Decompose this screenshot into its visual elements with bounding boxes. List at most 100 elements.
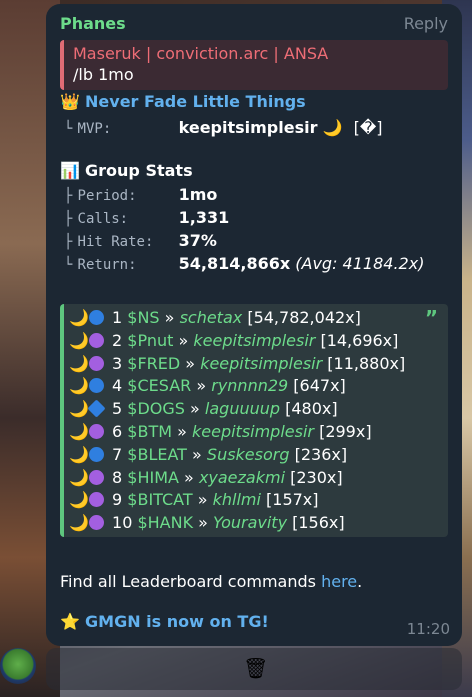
moon-icon: 🌙 xyxy=(69,467,89,487)
stat-label: Calls: xyxy=(77,211,129,227)
token-ticker[interactable]: $Pnut xyxy=(127,331,173,350)
message-bubble: Phanes Reply Maseruk | conviction.arc | … xyxy=(46,4,462,646)
return-multiplier: [480x] xyxy=(280,399,338,419)
stat-value: 54,814,866x xyxy=(178,254,291,273)
purple-dot-icon xyxy=(88,424,104,439)
return-multiplier: [236x] xyxy=(289,444,348,464)
message-time: 11:20 xyxy=(406,620,450,638)
rank-number: 7 xyxy=(106,444,128,464)
separator: » xyxy=(191,376,212,396)
caller-username[interactable]: keepitsimplesir xyxy=(193,331,315,350)
return-multiplier: [299x] xyxy=(313,422,372,441)
token-ticker[interactable]: $HIMA xyxy=(127,468,179,487)
caller-username[interactable]: keepitsimplesir xyxy=(192,422,314,441)
separator: » xyxy=(193,513,214,533)
return-multiplier: [647x] xyxy=(288,376,346,396)
promo-link[interactable]: GMGN is now on TG! xyxy=(85,612,269,631)
moon-icon: 🌙 xyxy=(69,444,89,464)
sender-avatar[interactable] xyxy=(0,648,36,684)
mvp-heading[interactable]: Never Fade Little Things xyxy=(85,92,306,111)
blue-diamond-icon xyxy=(87,399,106,418)
token-ticker[interactable]: $FRED xyxy=(127,354,180,373)
tree-branch-icon: └ xyxy=(64,121,73,137)
rank-number: 1 xyxy=(106,308,128,327)
quote-author: Maseruk | conviction.arc | ANSA xyxy=(73,44,329,63)
rank-number: 6 xyxy=(106,422,128,441)
mvp-row: └ MVP: keepitsimplesir 🌙 [�] xyxy=(64,118,383,137)
token-ticker[interactable]: $BLEAT xyxy=(127,445,187,464)
moon-icon: 🌙 xyxy=(69,330,89,350)
leaderboard-block: ” 🌙 1 $NS » schetax [54,782,042x] 🌙 2 $Pn… xyxy=(60,304,448,537)
return-multiplier: [14,696x] xyxy=(315,330,399,350)
leaderboard-row: 🌙 1 $NS » schetax [54,782,042x] xyxy=(69,308,361,331)
blue-dot-icon xyxy=(88,310,104,325)
return-multiplier: [54,782,042x] xyxy=(242,308,361,327)
leaderboard-row: 🌙 5 $DOGS » laguuuup [480x] xyxy=(69,399,338,422)
separator: » xyxy=(172,422,192,441)
caller-username[interactable]: schetax xyxy=(180,308,243,327)
moon-icon: 🌙 xyxy=(69,513,89,533)
caller-username[interactable]: Youravity xyxy=(213,513,287,532)
token-ticker[interactable]: $DOGS xyxy=(127,399,185,418)
message-action-bar: 🗑 xyxy=(46,648,462,690)
promo-row: ⭐ GMGN is now on TG! xyxy=(60,612,269,631)
moon-icon: 🌙 xyxy=(69,308,89,327)
rank-number: 9 xyxy=(106,490,128,510)
caller-username[interactable]: Suskesorg xyxy=(207,445,290,464)
moon-icon: 🌙 xyxy=(69,376,89,396)
footer-text: Find all Leaderboard commands xyxy=(60,572,316,591)
stat-label: Period: xyxy=(77,188,137,204)
separator: » xyxy=(173,330,194,350)
reply-button[interactable]: Reply xyxy=(404,14,448,33)
blue-dot-icon xyxy=(88,378,104,394)
moon-icon: 🌙 xyxy=(69,399,89,419)
stat-label: Hit Rate: xyxy=(77,234,154,250)
separator: » xyxy=(159,308,180,327)
separator: » xyxy=(178,467,199,487)
stat-extra: (Avg: 41184.2x) xyxy=(295,254,425,273)
purple-dot-icon xyxy=(88,469,104,485)
mvp-heading-row: 👑 Never Fade Little Things xyxy=(60,92,306,111)
quoted-message[interactable]: Maseruk | conviction.arc | ANSA /lb 1mo xyxy=(60,40,448,90)
stat-value: 1mo xyxy=(178,185,218,204)
caller-username[interactable]: keepitsimplesir xyxy=(200,354,322,373)
token-ticker[interactable]: $NS xyxy=(127,308,159,327)
purple-dot-icon xyxy=(88,332,104,348)
caller-username[interactable]: khllmi xyxy=(213,490,261,509)
stats-row-return: └ Return: 54,814,866x (Avg: 41184.2x) xyxy=(64,254,424,273)
return-multiplier: [156x] xyxy=(287,513,345,533)
mvp-label: MVP: xyxy=(77,121,112,137)
stat-value: 37% xyxy=(178,231,217,250)
stats-row-hitrate: ├ Hit Rate: 37% xyxy=(64,231,217,250)
rank-number: 5 xyxy=(106,399,128,419)
sender-name[interactable]: Phanes xyxy=(60,14,126,33)
separator: » xyxy=(186,444,207,464)
quote-mark-icon: ” xyxy=(424,306,438,330)
caller-username[interactable]: xyaezakmi xyxy=(199,468,285,487)
purple-dot-icon xyxy=(88,355,104,371)
return-multiplier: [157x] xyxy=(260,490,319,510)
mvp-suffix: [�] xyxy=(353,118,383,137)
caller-username[interactable]: rynnnn29 xyxy=(211,376,288,395)
footer-link[interactable]: here xyxy=(321,572,357,591)
leaderboard-row: 🌙 10 $HANK » Youravity [156x] xyxy=(69,513,345,536)
stats-row-calls: ├ Calls: 1,331 xyxy=(64,208,229,227)
moon-icon: 🌙 xyxy=(322,118,343,137)
caller-username[interactable]: laguuuup xyxy=(205,399,280,418)
separator: » xyxy=(184,399,205,419)
token-ticker[interactable]: $BTM xyxy=(127,422,172,441)
stat-label: Return: xyxy=(77,257,137,273)
moon-icon: 🌙 xyxy=(69,353,89,373)
token-ticker[interactable]: $CESAR xyxy=(127,376,191,395)
separator: » xyxy=(180,353,201,373)
chart-icon: 📊 xyxy=(60,161,80,180)
return-multiplier: [11,880x] xyxy=(322,353,406,373)
crown-icon: 👑 xyxy=(60,92,80,111)
leaderboard-row: 🌙 2 $Pnut » keepitsimplesir [14,696x] xyxy=(69,331,398,354)
token-ticker[interactable]: $HANK xyxy=(137,513,193,532)
leaderboard-row: 🌙 3 $FRED » keepitsimplesir [11,880x] xyxy=(69,354,405,377)
token-ticker[interactable]: $BITCAT xyxy=(127,490,192,509)
rank-number: 10 xyxy=(106,513,138,533)
trash-icon[interactable]: 🗑 xyxy=(243,656,268,680)
rank-number: 4 xyxy=(106,376,128,396)
